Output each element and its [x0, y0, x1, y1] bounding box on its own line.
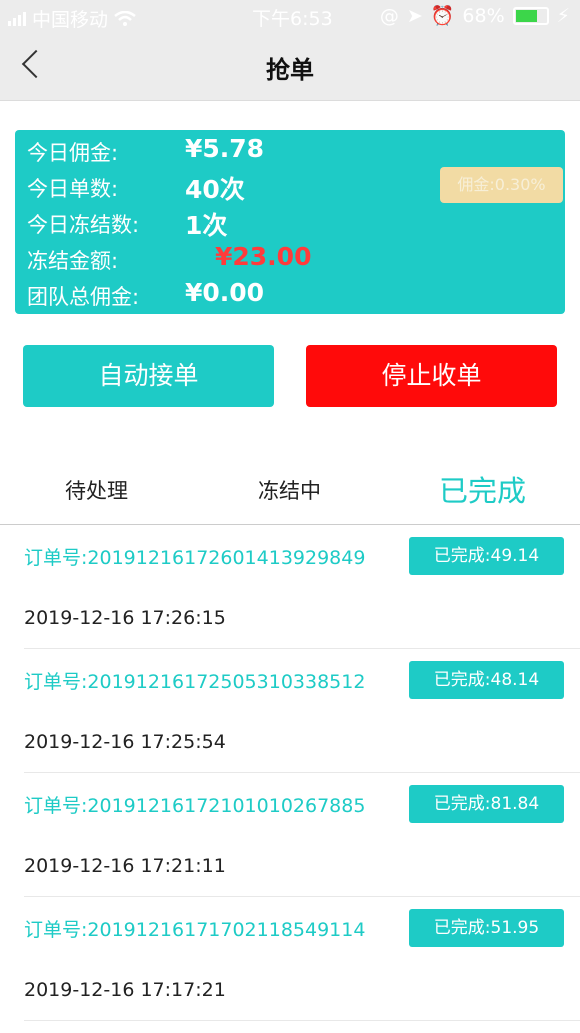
- list-item[interactable]: 订单号:20191216172505310338512 已完成:48.14 20…: [0, 649, 580, 773]
- carrier-label: 中国移动: [32, 9, 109, 31]
- order-tabs: 待处理 冻结中 已完成: [0, 462, 580, 525]
- stat-label: 今日佣金:: [27, 141, 119, 165]
- order-time: 2019-12-16 17:25:54: [24, 731, 226, 753]
- order-status-badge[interactable]: 已完成:51.95: [409, 909, 564, 947]
- order-status-badge[interactable]: 已完成:81.84: [409, 785, 564, 823]
- at-icon: @: [379, 4, 399, 27]
- status-right: @ ➤ ⏰ 68% ⚡: [379, 4, 570, 28]
- status-left: 中国移动: [8, 5, 136, 32]
- list-item[interactable]: 订单号:20191216171702118549114 已完成:51.95 20…: [0, 897, 580, 1021]
- stat-value: ¥0.00: [185, 278, 265, 307]
- charging-icon: ⚡: [556, 4, 570, 27]
- status-time: 下午6:53: [252, 8, 333, 30]
- stat-label: 今日单数:: [27, 177, 119, 201]
- stat-value: 1次: [185, 211, 228, 240]
- stop-accept-button[interactable]: 停止收单: [306, 345, 557, 407]
- frozen-amount-value: ¥23.00: [215, 242, 312, 271]
- wifi-icon: [114, 10, 136, 26]
- battery-icon: [512, 6, 549, 25]
- order-status-badge[interactable]: 已完成:49.14: [409, 537, 564, 575]
- stat-label: 团队总佣金:: [27, 285, 140, 309]
- stat-value: ¥5.78: [185, 134, 265, 163]
- divider: [24, 1020, 580, 1021]
- alarm-icon: ⏰: [430, 5, 455, 27]
- location-icon: ➤: [406, 4, 423, 27]
- list-item[interactable]: 订单号:20191216172101010267885 已完成:81.84 20…: [0, 773, 580, 897]
- tab-pending[interactable]: 待处理: [0, 462, 193, 520]
- stat-label: 冻结金额:: [27, 249, 119, 273]
- list-item[interactable]: 订单号:20191216172601413929849 已完成:49.14 20…: [0, 525, 580, 649]
- page-title: 抢单: [266, 56, 314, 84]
- nav-bar: 抢单: [0, 32, 580, 101]
- battery-label: 68%: [462, 4, 505, 27]
- order-id: 订单号:20191216172505310338512: [24, 671, 366, 693]
- status-bar: 中国移动 下午6:53 @ ➤ ⏰ 68% ⚡: [0, 0, 580, 32]
- order-time: 2019-12-16 17:17:21: [24, 979, 226, 1001]
- signal-icon: [8, 11, 26, 26]
- order-time: 2019-12-16 17:26:15: [24, 607, 226, 629]
- order-id: 订单号:20191216172101010267885: [24, 795, 366, 817]
- commission-rate-badge: 佣金:0.30%: [440, 167, 563, 203]
- auto-accept-button[interactable]: 自动接单: [23, 345, 274, 407]
- tab-completed[interactable]: 已完成: [386, 462, 579, 520]
- order-id: 订单号:20191216172601413929849: [24, 547, 366, 569]
- order-time: 2019-12-16 17:21:11: [24, 855, 226, 877]
- tab-frozen[interactable]: 冻结中: [193, 462, 386, 520]
- stat-value: 40次: [185, 175, 245, 204]
- stat-label: 今日冻结数:: [27, 213, 140, 237]
- order-status-badge[interactable]: 已完成:48.14: [409, 661, 564, 699]
- stats-card: 今日佣金: ¥5.78 今日单数: 40次 今日冻结数: 1次 冻结金额: ¥2…: [15, 130, 565, 314]
- order-id: 订单号:20191216171702118549114: [24, 919, 366, 941]
